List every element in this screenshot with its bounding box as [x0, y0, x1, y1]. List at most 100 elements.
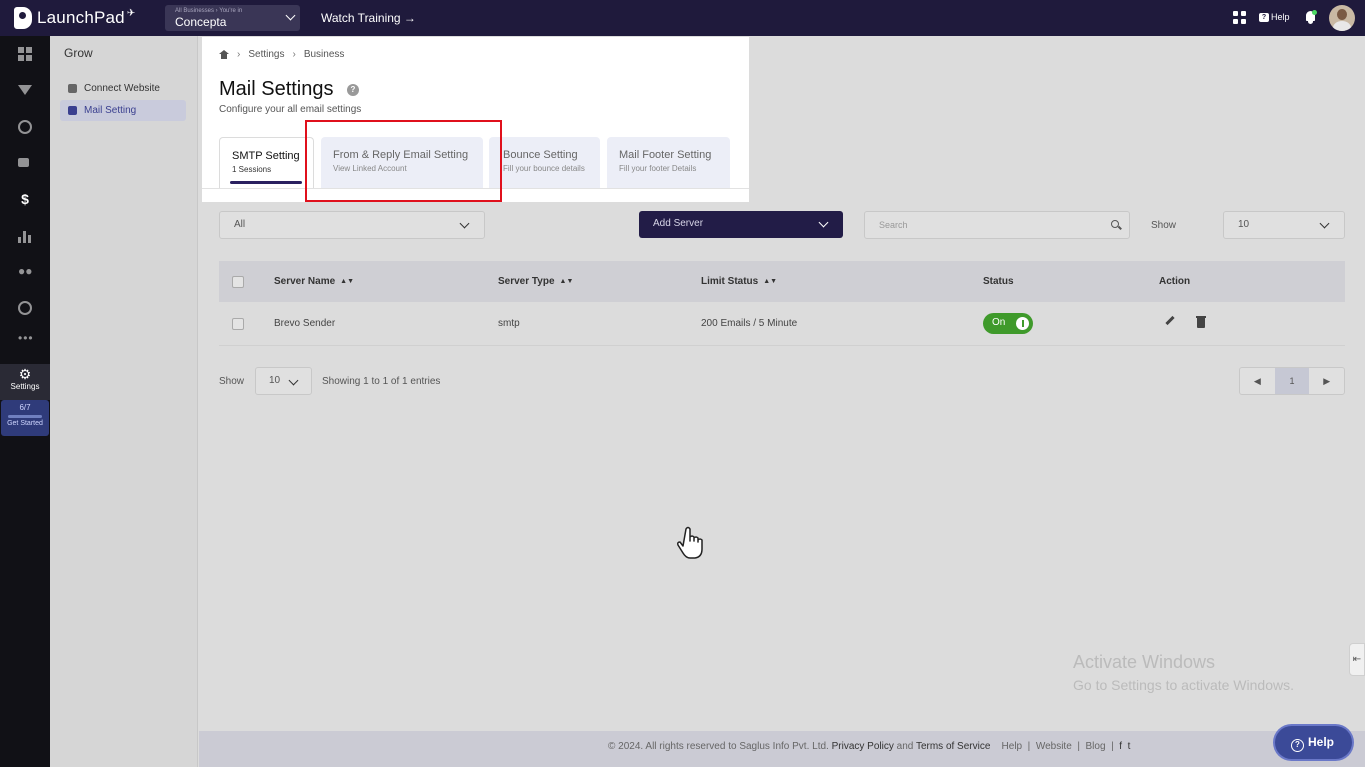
footer-text: © 2024. All rights reserved to Saglus In…: [608, 741, 1131, 752]
settings-label: Settings: [10, 382, 40, 391]
tab-subtitle: Fill your footer Details: [619, 164, 697, 173]
active-tab-indicator: [230, 181, 302, 184]
terms-link[interactable]: Terms of Service: [916, 741, 990, 752]
cell-server-type: smtp: [498, 318, 520, 329]
users-icon[interactable]: ●●: [18, 264, 33, 278]
activate-windows-subtitle: Go to Settings to activate Windows.: [1073, 677, 1294, 693]
facebook-icon[interactable]: f: [1119, 741, 1122, 752]
filter-select[interactable]: All: [219, 211, 485, 239]
home-icon[interactable]: [219, 50, 229, 59]
chart-icon[interactable]: [18, 229, 32, 243]
dollar-icon[interactable]: $: [18, 192, 32, 206]
chevron-down-icon: [285, 10, 296, 21]
tab-bounce-setting[interactable]: Bounce Setting Fill your bounce details: [489, 137, 600, 188]
tab-smtp-setting[interactable]: SMTP Setting 1 Sessions: [219, 137, 314, 188]
gear-icon: ⚙: [18, 366, 32, 382]
bell-icon[interactable]: [1305, 10, 1317, 24]
question-icon[interactable]: ?: [347, 84, 359, 96]
help-button[interactable]: ? Help: [1259, 12, 1290, 22]
tab-subtitle: Fill your bounce details: [503, 164, 585, 173]
sort-icon: ▲▼: [763, 278, 778, 285]
twitter-icon[interactable]: t: [1128, 741, 1131, 752]
question-icon: ?: [1291, 739, 1304, 752]
table-header: Server Name ▲▼ Server Type ▲▼ Limit Status…: [219, 261, 1345, 302]
next-page-button[interactable]: ▶: [1309, 368, 1344, 394]
breadcrumb-settings[interactable]: Settings: [248, 49, 284, 60]
avatar[interactable]: [1329, 5, 1355, 31]
highlight-box: [305, 120, 502, 202]
watch-training-link[interactable]: Watch Training →: [321, 11, 416, 25]
top-bar: LaunchPad ✈ All Businesses › You're in C…: [0, 0, 1365, 36]
chevron-right-icon: ›: [292, 49, 296, 60]
status-toggle[interactable]: On: [983, 313, 1033, 334]
side-expand-handle[interactable]: ⇤: [1349, 643, 1365, 676]
page-size-select[interactable]: 10: [1223, 211, 1345, 239]
help-fab-button[interactable]: ? Help: [1275, 726, 1352, 759]
column-server-type[interactable]: Server Type ▲▼: [498, 276, 573, 287]
mail-icon: [68, 106, 77, 115]
select-all-checkbox[interactable]: [232, 276, 244, 288]
sidebar-item-mail-setting[interactable]: Mail Setting: [60, 100, 186, 121]
page-title: Mail Settings: [219, 78, 334, 100]
prev-page-button[interactable]: ◀: [1240, 368, 1275, 394]
per-page-value: 10: [269, 375, 281, 386]
help-fab-label: Help: [1308, 735, 1335, 749]
globe-icon[interactable]: [18, 120, 32, 134]
tab-mail-footer-setting[interactable]: Mail Footer Setting Fill your footer Det…: [607, 137, 730, 188]
dashboard-icon[interactable]: [18, 47, 32, 61]
tab-title: Mail Footer Setting: [619, 149, 712, 161]
chevron-down-icon: [459, 218, 470, 229]
search-icon[interactable]: [1111, 220, 1119, 228]
business-selector[interactable]: All Businesses › You're in Concepta: [165, 5, 300, 31]
table-row: Brevo Sender smtp 200 Emails / 5 Minute …: [219, 302, 1345, 346]
apps-grid-icon[interactable]: [1233, 11, 1246, 24]
privacy-policy-link[interactable]: Privacy Policy: [832, 741, 894, 752]
add-server-label: Add Server: [653, 218, 704, 229]
page-button-current[interactable]: 1: [1274, 368, 1310, 394]
search-input[interactable]: Search: [864, 211, 1130, 239]
per-page-select[interactable]: 10: [255, 367, 312, 395]
chevron-right-icon: ›: [237, 49, 241, 60]
rail-settings[interactable]: ⚙ Settings: [0, 364, 50, 400]
get-started-label: Get Started: [7, 420, 43, 427]
column-status: Status: [983, 276, 1014, 287]
page-subtitle: Configure your all email settings: [219, 104, 362, 115]
footer-help-link[interactable]: Help: [1002, 741, 1023, 752]
delete-icon[interactable]: [1196, 316, 1206, 328]
funnel-icon[interactable]: [18, 85, 32, 99]
sidebar-item-label: Connect Website: [84, 83, 160, 94]
sort-icon: ▲▼: [559, 278, 574, 285]
icon-rail: $ ●● ••• ⚙ Settings 6/7 Get Started: [0, 36, 50, 767]
footer-blog-link[interactable]: Blog: [1086, 741, 1106, 752]
sidebar-item-connect-website[interactable]: Connect Website: [60, 78, 186, 99]
footer-website-link[interactable]: Website: [1036, 741, 1072, 752]
chevron-down-icon: [288, 375, 299, 386]
row-checkbox[interactable]: [232, 318, 244, 330]
chevron-down-icon: [818, 217, 829, 228]
business-caption: All Businesses › You're in: [175, 8, 243, 14]
video-icon[interactable]: [18, 155, 32, 169]
sidebar-title: Grow: [64, 46, 93, 60]
add-server-button[interactable]: Add Server: [639, 211, 843, 238]
more-icon[interactable]: •••: [18, 332, 33, 348]
chevron-down-icon: [1319, 218, 1330, 229]
clock-icon[interactable]: [18, 301, 32, 315]
sort-icon: ▲▼: [340, 278, 355, 285]
get-started-widget[interactable]: 6/7 Get Started: [1, 400, 49, 436]
filter-value: All: [234, 219, 246, 230]
logo-icon: [14, 7, 32, 29]
tab-title: Bounce Setting: [503, 149, 578, 161]
show-label: Show: [1151, 220, 1177, 231]
chat-icon: ?: [1259, 12, 1269, 22]
app-logo[interactable]: LaunchPad ✈: [14, 5, 135, 31]
cell-limit-status: 200 Emails / 5 Minute: [701, 318, 798, 329]
search-placeholder: Search: [879, 220, 908, 230]
page-size-value: 10: [1238, 219, 1250, 230]
column-server-name[interactable]: Server Name ▲▼: [274, 276, 354, 287]
column-limit-status[interactable]: Limit Status ▲▼: [701, 276, 777, 287]
website-icon: [68, 84, 77, 93]
pager: ◀ 1 ▶: [1239, 367, 1345, 395]
edit-icon[interactable]: [1165, 315, 1175, 326]
copyright: © 2024. All rights reserved to Saglus In…: [608, 741, 829, 752]
breadcrumb-business[interactable]: Business: [304, 49, 345, 60]
